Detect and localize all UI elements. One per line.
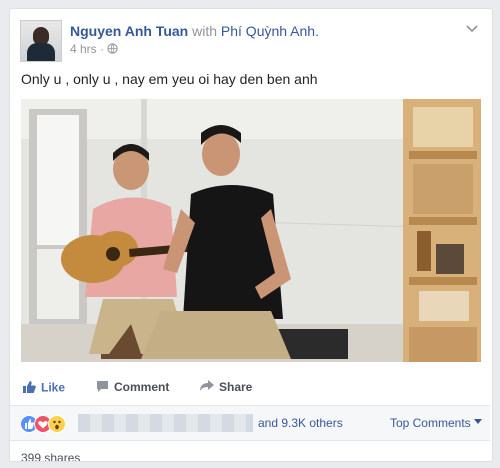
post-photo[interactable] xyxy=(21,99,481,362)
shares-count[interactable]: 399 shares xyxy=(21,451,80,461)
reaction-icons[interactable] xyxy=(20,415,76,433)
author-name[interactable]: Nguyen Anh Tuan xyxy=(70,23,188,39)
comment-icon xyxy=(96,380,109,396)
caret-down-icon xyxy=(474,416,482,430)
post-card: Nguyen Anh Tuan with Phí Quỳnh Anh. 4 hr… xyxy=(9,8,493,462)
globe-icon xyxy=(107,42,118,56)
with-label: with xyxy=(192,23,218,39)
redacted-names xyxy=(78,414,253,432)
photo-illustration xyxy=(21,99,481,362)
share-icon xyxy=(200,380,214,395)
chevron-down-icon[interactable] xyxy=(466,22,478,36)
avatar-body-shape xyxy=(27,43,55,61)
post-text: Only u , only u , nay em yeu oi hay den … xyxy=(21,71,318,87)
comment-label: Comment xyxy=(114,380,170,395)
post-names: Nguyen Anh Tuan with Phí Quỳnh Anh. xyxy=(70,22,319,40)
comment-button[interactable]: Comment xyxy=(96,380,169,396)
top-comments-label: Top Comments xyxy=(389,416,471,430)
share-button[interactable]: Share xyxy=(200,380,252,395)
avatar[interactable] xyxy=(20,20,62,62)
reactions-bar: and 9.3K others Top Comments xyxy=(10,405,490,441)
wow-reaction-icon xyxy=(48,415,66,433)
post-meta: 4 hrs · xyxy=(70,42,118,56)
meta-separator: · xyxy=(96,42,108,56)
post-actions: Like Comment Share xyxy=(10,370,492,406)
reactions-count[interactable]: and 9.3K others xyxy=(258,416,343,430)
like-label: Like xyxy=(41,380,66,395)
share-label: Share xyxy=(219,380,253,394)
top-comments-dropdown[interactable]: Top Comments xyxy=(390,416,482,430)
like-button[interactable]: Like xyxy=(22,380,65,397)
post-time[interactable]: 4 hrs xyxy=(70,42,97,56)
like-icon xyxy=(22,380,36,397)
post-header: Nguyen Anh Tuan with Phí Quỳnh Anh. 4 hr… xyxy=(20,20,480,64)
tagged-name[interactable]: Phí Quỳnh Anh. xyxy=(221,23,319,39)
